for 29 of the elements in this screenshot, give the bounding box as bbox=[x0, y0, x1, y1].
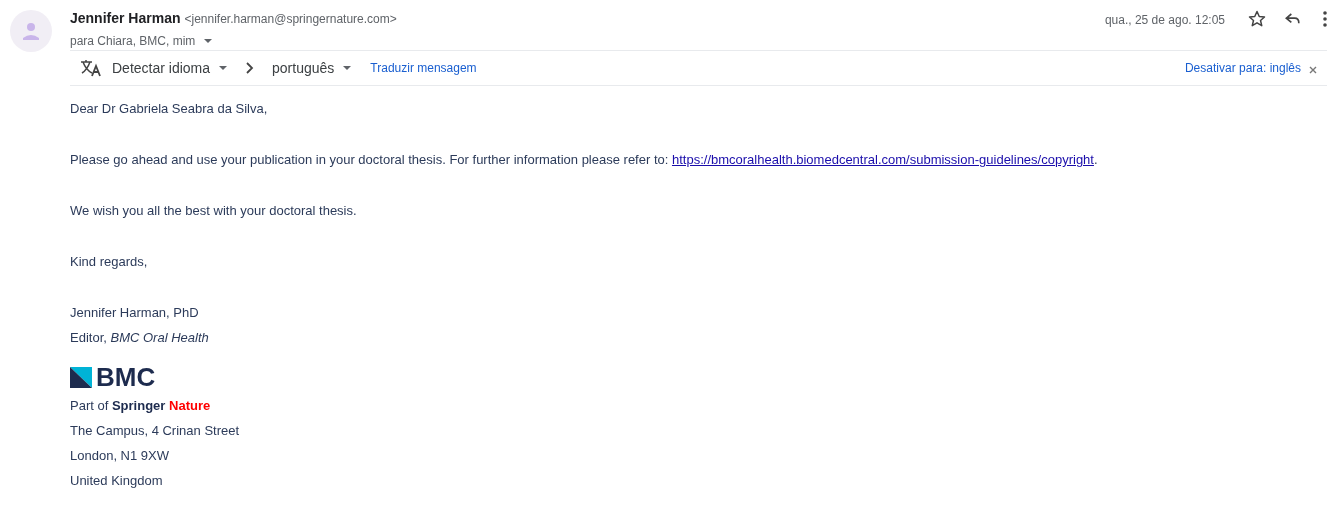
address-line: United Kingdom bbox=[70, 472, 163, 490]
avatar-icon bbox=[10, 10, 52, 52]
caret-icon bbox=[342, 65, 353, 71]
sender-name: Jennifer Harman bbox=[70, 9, 181, 28]
close-icon[interactable] bbox=[1309, 65, 1317, 74]
part-of-text: Part of Springer Nature bbox=[70, 397, 211, 415]
body-text: We wish you all the best with your doctoral thesis. bbox=[70, 202, 357, 220]
chevron-right-icon bbox=[246, 62, 255, 74]
bmc-logo: BMC bbox=[70, 365, 156, 389]
translate-link[interactable]: Traduzir mensagem bbox=[370, 59, 477, 77]
recipients-text: para Chiara, BMC, mim bbox=[70, 33, 196, 50]
greeting-text: Dear Dr Gabriela Seabra da Silva, bbox=[70, 100, 268, 118]
sender-email: <jennifer.harman@springernature.com> bbox=[184, 11, 397, 28]
caret-icon bbox=[218, 65, 229, 71]
signature-name: Jennifer Harman, PhD bbox=[70, 304, 199, 322]
closing-text: Kind regards, bbox=[70, 253, 148, 271]
signature-role: Editor, BMC Oral Health bbox=[70, 329, 209, 347]
address-line: London, N1 9XW bbox=[70, 447, 169, 465]
address-line: The Campus, 4 Crinan Street bbox=[70, 422, 240, 440]
source-language-dropdown[interactable]: Detectar idioma bbox=[112, 57, 229, 79]
copyright-link[interactable]: https://bmcoralhealth.biomedcentral.com/submission-guidelines/copyright bbox=[671, 152, 1094, 167]
disable-translation-link[interactable]: Desativar para: inglês bbox=[1184, 59, 1301, 77]
body-paragraph: Please go ahead and use your publication in your doctoral thesis. For further information please refer to: https://bmcoralhealth.biomedcentral.com/submission-guidelines/copyright. bbox=[70, 151, 1098, 169]
more-icon[interactable] bbox=[1323, 11, 1327, 27]
translate-icon bbox=[80, 59, 102, 77]
dropdown-icon[interactable] bbox=[203, 38, 214, 44]
date-text: qua., 25 de ago. 12:05 bbox=[1104, 12, 1225, 29]
star-icon[interactable] bbox=[1247, 9, 1267, 29]
target-language-dropdown[interactable]: português bbox=[272, 57, 353, 79]
